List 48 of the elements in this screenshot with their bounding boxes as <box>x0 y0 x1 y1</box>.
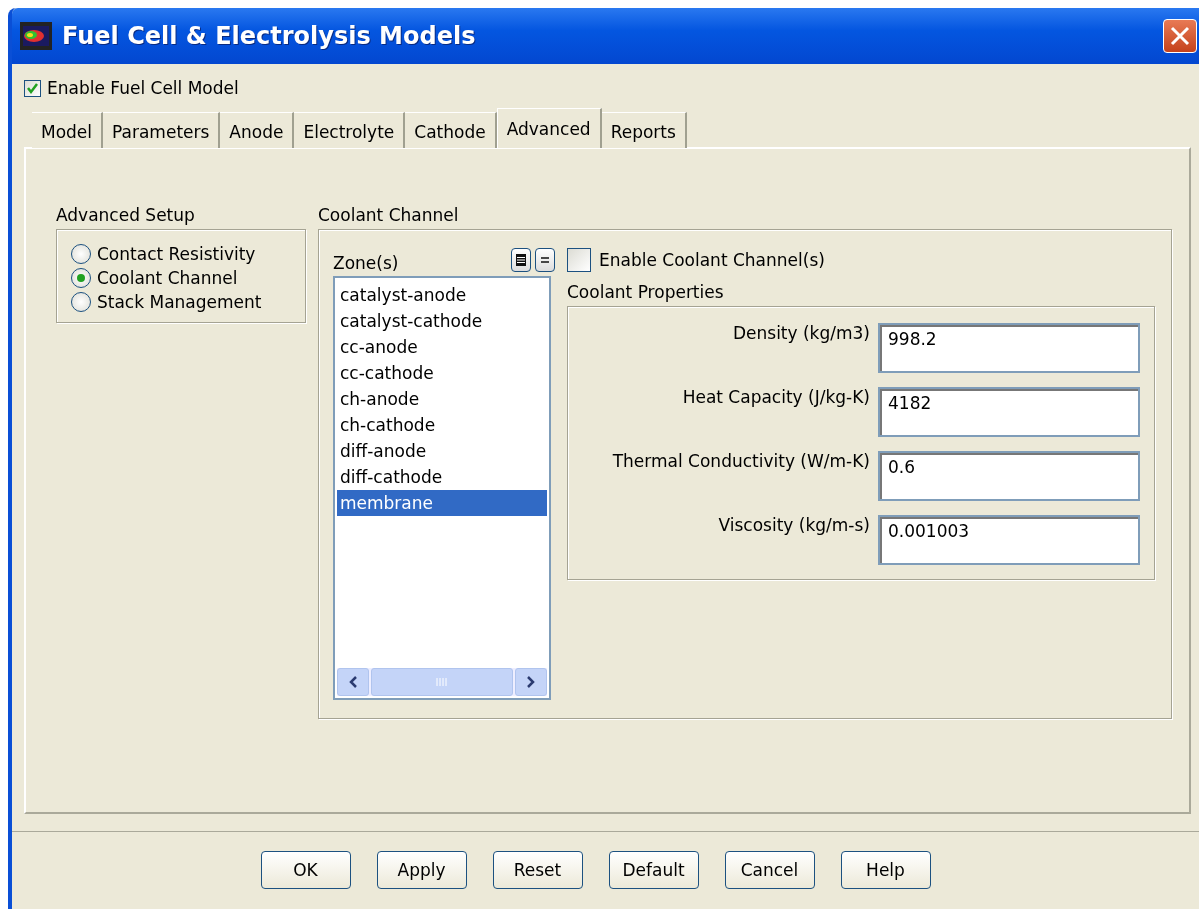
dialog-button[interactable]: Default <box>608 851 699 889</box>
field-label: Viscosity (kg/m-s) <box>718 515 870 535</box>
tab[interactable]: Model <box>32 112 104 148</box>
dialog-button[interactable]: Cancel <box>724 851 815 889</box>
input-field[interactable]: 0.001003 <box>878 515 1140 565</box>
radio-button[interactable] <box>71 292 91 312</box>
field-label: Heat Capacity (J/kg-K) <box>682 387 870 407</box>
checkbox-label: Enable Fuel Cell Model <box>47 78 239 98</box>
window-title: Fuel Cell & Electrolysis Models <box>62 22 476 50</box>
app-icon <box>20 22 52 50</box>
tab[interactable]: Cathode <box>405 112 497 148</box>
tab[interactable]: Reports <box>601 112 687 148</box>
group-title: Coolant Channel <box>318 205 460 225</box>
list-label: Zone(s) <box>333 253 399 273</box>
scroll-thumb[interactable] <box>371 668 513 696</box>
tab[interactable]: Anode <box>220 112 295 148</box>
input-field[interactable]: 0.6 <box>878 451 1140 501</box>
deselect-all-button[interactable] <box>535 248 555 272</box>
close-button[interactable] <box>1163 19 1197 53</box>
group-title: Advanced Setup <box>56 205 196 225</box>
lines-icon <box>515 253 527 267</box>
tab[interactable]: Parameters <box>103 112 221 148</box>
checkbox[interactable] <box>567 248 591 272</box>
radio-label: Coolant Channel <box>97 268 238 288</box>
tab[interactable]: Electrolyte <box>294 112 406 148</box>
checkbox[interactable] <box>24 79 41 97</box>
input-field[interactable]: 998.2 <box>878 323 1140 373</box>
grip-icon <box>436 677 448 687</box>
field-label: Density (kg/m3) <box>732 323 870 343</box>
field-label: Thermal Conductivity (W/m-K) <box>612 451 870 471</box>
tab[interactable]: Advanced <box>496 108 602 148</box>
radio-label: Stack Management <box>97 292 262 312</box>
scroll-left-button[interactable] <box>337 668 369 696</box>
dialog-button[interactable]: OK <box>260 851 351 889</box>
input-field[interactable]: 4182 <box>878 387 1140 437</box>
dialog-button[interactable]: Help <box>840 851 931 889</box>
dialog-button[interactable]: Reset <box>492 851 583 889</box>
select-all-button[interactable] <box>511 248 531 272</box>
radio-button[interactable] <box>71 268 91 288</box>
scroll-right-button[interactable] <box>515 668 547 696</box>
horizontal-scrollbar[interactable] <box>337 668 547 696</box>
list-item[interactable]: membrane <box>337 490 547 516</box>
checkbox-label: Enable Coolant Channel(s) <box>599 250 825 270</box>
radio-label: Contact Resistivity <box>97 244 256 264</box>
radio-button[interactable] <box>71 244 91 264</box>
close-icon <box>1169 25 1191 47</box>
group-title: Coolant Properties <box>567 282 725 302</box>
dialog-button[interactable]: Apply <box>376 851 467 889</box>
